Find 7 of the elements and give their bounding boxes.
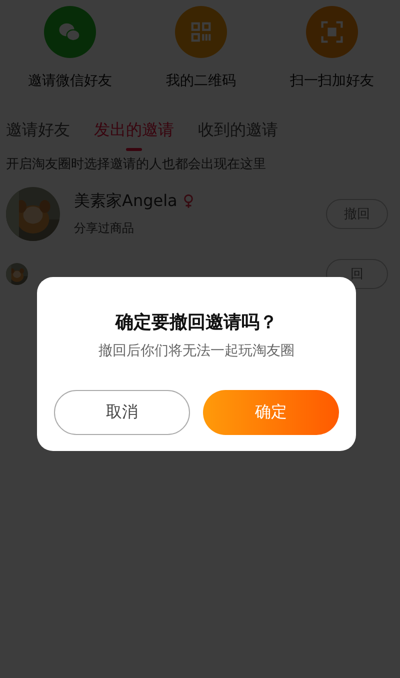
dialog-message: 撤回后你们将无法一起玩淘友圈 (98, 342, 294, 360)
shortcut-label: 邀请微信好友 (28, 72, 112, 90)
shortcut-label: 我的二维码 (166, 72, 236, 90)
cancel-button[interactable]: 取消 (54, 390, 190, 435)
confirm-button[interactable]: 确定 (203, 390, 339, 435)
shortcut-label: 扫一扫加好友 (290, 72, 374, 90)
dialog-title: 确定要撤回邀请吗？ (116, 311, 278, 334)
